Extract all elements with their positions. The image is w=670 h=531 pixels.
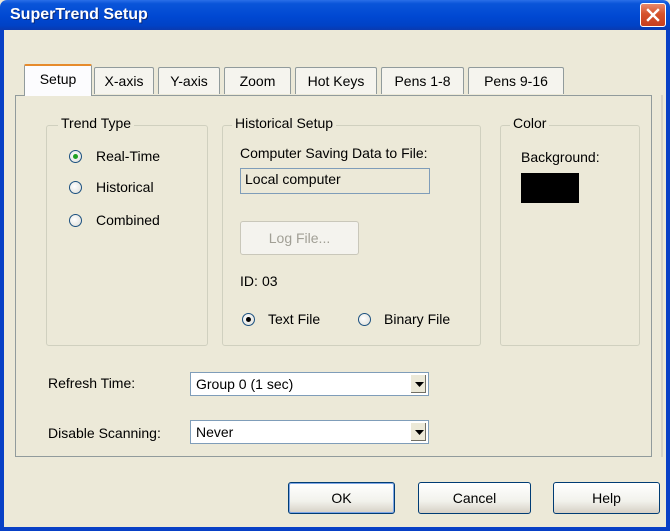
ok-button[interactable]: OK: [288, 482, 395, 514]
window-title: SuperTrend Setup: [10, 6, 148, 23]
combined-label[interactable]: Combined: [96, 212, 160, 228]
tab-pens-1-8[interactable]: Pens 1-8: [381, 67, 464, 94]
tab-hot-keys[interactable]: Hot Keys: [295, 67, 377, 94]
text-file-label[interactable]: Text File: [268, 311, 320, 327]
historical-label[interactable]: Historical: [96, 179, 154, 195]
tab-y-axis[interactable]: Y-axis: [158, 67, 220, 94]
dropdown-button[interactable]: [410, 422, 427, 442]
log-file-button[interactable]: Log File...: [240, 221, 359, 255]
disable-scanning-select[interactable]: Never: [190, 420, 429, 444]
title-bar[interactable]: SuperTrend Setup: [0, 0, 670, 30]
radio-text-file[interactable]: [242, 313, 255, 326]
tab-x-axis[interactable]: X-axis: [94, 67, 154, 94]
computer-field: Local computer: [240, 168, 430, 194]
tab-pens-9-16[interactable]: Pens 9-16: [468, 67, 564, 94]
radio-binary-file[interactable]: [358, 313, 371, 326]
chevron-down-icon: [415, 382, 424, 387]
color-label: Color: [510, 115, 550, 131]
computer-saving-label: Computer Saving Data to File:: [240, 145, 428, 161]
refresh-time-value: Group 0 (1 sec): [196, 376, 294, 392]
close-button[interactable]: [640, 3, 666, 27]
radio-combined[interactable]: [69, 214, 82, 227]
real-time-label[interactable]: Real-Time: [96, 148, 160, 164]
id-label: ID:: [240, 273, 258, 289]
refresh-time-select[interactable]: Group 0 (1 sec): [190, 372, 429, 396]
close-icon: [646, 8, 660, 22]
tab-panel-edge: [661, 95, 663, 457]
binary-file-label[interactable]: Binary File: [384, 311, 450, 327]
tab-zoom[interactable]: Zoom: [224, 67, 291, 94]
historical-setup-label: Historical Setup: [232, 115, 337, 131]
cancel-button[interactable]: Cancel: [418, 482, 531, 514]
chevron-down-icon: [415, 430, 424, 435]
help-button[interactable]: Help: [553, 482, 660, 514]
trend-type-label: Trend Type: [58, 115, 135, 131]
tab-setup[interactable]: Setup: [24, 64, 92, 96]
background-color-swatch[interactable]: [521, 173, 579, 203]
dropdown-button[interactable]: [410, 374, 427, 394]
id-value: 03: [262, 273, 278, 289]
window-border-left: [0, 30, 4, 531]
supertrend-setup-dialog: SuperTrend Setup Setup X-axis Y-axis Zoo…: [0, 0, 670, 531]
background-label: Background:: [521, 149, 600, 165]
disable-scanning-label: Disable Scanning:: [48, 425, 161, 441]
window-border-bottom: [0, 527, 670, 531]
window-border-right: [666, 30, 670, 531]
radio-historical[interactable]: [69, 181, 82, 194]
refresh-time-label: Refresh Time:: [48, 375, 136, 391]
radio-real-time[interactable]: [69, 150, 82, 163]
disable-scanning-value: Never: [196, 424, 234, 440]
